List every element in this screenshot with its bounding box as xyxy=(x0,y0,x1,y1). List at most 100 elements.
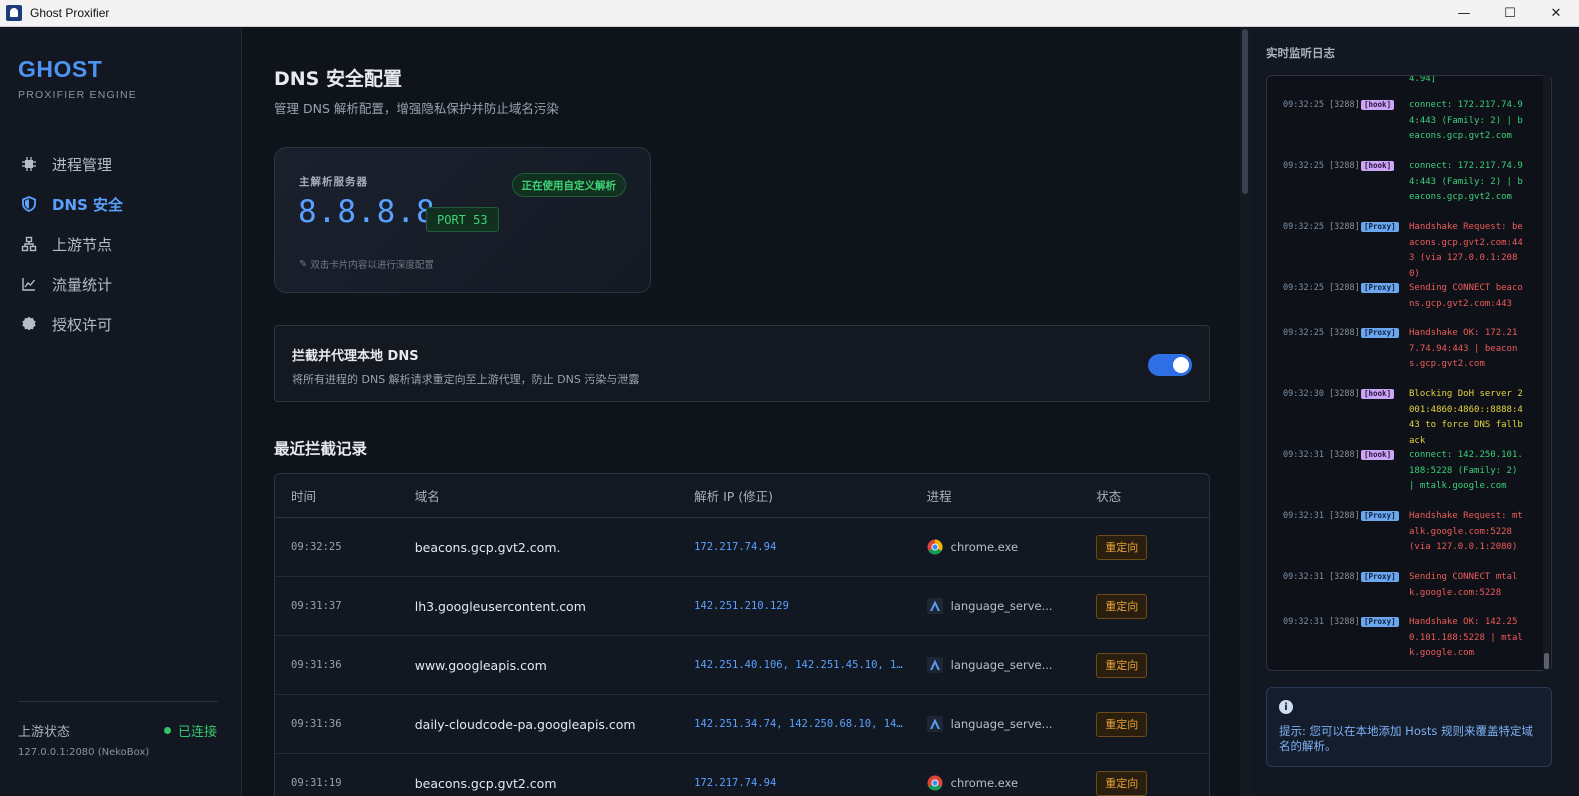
sidebar-nav: 进程管理 DNS 安全 上游节点 流量统计 授权许可 xyxy=(0,144,242,344)
log-timestamp: 09:32:31 xyxy=(1283,511,1324,521)
header-process: 进程 xyxy=(926,489,952,504)
table-row[interactable]: 09:31:36 daily-cloudcode-pa.googleapis.c… xyxy=(275,695,1209,754)
log-message: connect: 172.217.74.94:443 (Family: 2) |… xyxy=(1409,100,1523,141)
log-panel: 实时监听日志 4.94] 09:32:25 [3288] [hook] connect… xyxy=(1250,27,1579,796)
log-level-badge: [Proxy] xyxy=(1361,615,1409,662)
log-timestamp: 09:32:25 xyxy=(1283,161,1324,171)
status-dot-icon xyxy=(163,727,171,734)
row-domain: daily-cloudcode-pa.googleapis.com xyxy=(414,716,636,732)
row-process-name: chrome.exe xyxy=(950,776,1019,790)
maximize-button[interactable]: ☐ xyxy=(1487,0,1533,27)
row-ip: 142.251.34.74, 142.250.68.10, 142.… xyxy=(694,718,916,730)
log-level-badge: [hook] xyxy=(1361,387,1409,449)
language-server-icon xyxy=(926,598,943,614)
sidebar-item-traffic[interactable]: 流量统计 xyxy=(0,264,242,304)
row-time: 09:31:36 xyxy=(291,718,342,730)
row-time: 09:32:25 xyxy=(291,541,342,553)
log-timestamp: 09:32:25 xyxy=(1283,328,1324,338)
sidebar-divider xyxy=(18,701,218,702)
log-message: Blocking DoH server 2001:4860:4860::8888… xyxy=(1409,389,1523,446)
records-section-title: 最近拦截记录 xyxy=(274,440,368,458)
badge-icon xyxy=(20,315,38,333)
cpu-icon xyxy=(20,155,38,173)
brand-subtitle: PROXIFIER ENGINE xyxy=(18,89,137,101)
sidebar-item-process[interactable]: 进程管理 xyxy=(0,144,242,184)
row-process: chrome.exe xyxy=(927,775,1097,791)
log-timestamp: 09:32:25 xyxy=(1283,100,1324,110)
intercept-dns-title: 拦截并代理本地 DNS xyxy=(292,349,419,364)
row-ip: 172.217.74.94 xyxy=(694,541,777,553)
shield-icon xyxy=(20,195,38,213)
log-scrollbar[interactable] xyxy=(1543,75,1550,673)
dns-port-badge: PORT 53 xyxy=(426,207,499,232)
upstream-address: 127.0.0.1:2080 (NekoBox) xyxy=(18,747,150,758)
row-ip: 172.217.74.94 xyxy=(694,777,777,789)
window-title: Ghost Proxifier xyxy=(30,6,110,20)
info-icon: i xyxy=(1279,700,1293,714)
row-process-name: language_serve... xyxy=(950,599,1053,613)
log-level-badge: [hook] xyxy=(1361,159,1409,206)
log-entry: 09:32:25 [3288] [Proxy] Sending CONNECT bea… xyxy=(1283,281,1533,312)
minimize-button[interactable]: — xyxy=(1441,0,1487,27)
log-pid: [3288] xyxy=(1329,161,1360,171)
header-ip: 解析 IP (修正) xyxy=(694,489,774,504)
log-level-text: [Proxy] xyxy=(1361,222,1399,232)
log-level-text: [hook] xyxy=(1361,100,1395,110)
title-bar: Ghost Proxifier — ☐ ✕ xyxy=(0,0,1579,27)
row-process-name: chrome.exe xyxy=(950,540,1019,554)
ghost-app-icon xyxy=(6,5,22,21)
row-process: language_serve... xyxy=(926,598,1097,614)
main-scrollbar[interactable] xyxy=(1240,27,1250,796)
log-scrollbar-thumb[interactable] xyxy=(1544,653,1549,669)
table-row[interactable]: 09:31:19 beacons.gcp.gvt2.com 172.217.74… xyxy=(275,754,1209,796)
table-row[interactable]: 09:31:36 www.googleapis.com 142.251.40.1… xyxy=(275,636,1209,695)
log-pid: [3288] xyxy=(1329,572,1360,582)
log-pid: [3288] xyxy=(1329,450,1360,460)
row-domain: beacons.gcp.gvt2.com. xyxy=(414,539,561,555)
log-entry: 09:32:25 [3288] [hook] connect: 172.217.74.… xyxy=(1283,159,1533,206)
row-process-name: language_serve... xyxy=(950,717,1053,731)
log-message: Handshake OK: 172.217.74.94:443 | beacon… xyxy=(1409,328,1518,369)
log-pid: [3288] xyxy=(1329,100,1360,110)
sidebar-item-license[interactable]: 授权许可 xyxy=(0,304,242,344)
log-message: 4.94] xyxy=(1409,75,1437,84)
log-panel-title: 实时监听日志 xyxy=(1266,46,1335,60)
log-level-badge: [Proxy] xyxy=(1361,220,1409,282)
sidebar-item-label: 进程管理 xyxy=(52,155,113,174)
log-message: Sending CONNECT mtalk.google.com:5228 xyxy=(1409,572,1518,598)
log-level-text: [Proxy] xyxy=(1361,511,1399,521)
main-scrollbar-thumb[interactable] xyxy=(1242,29,1248,194)
log-timestamp: 09:32:25 xyxy=(1283,283,1324,293)
log-level-badge: [Proxy] xyxy=(1361,570,1409,601)
log-message: Handshake Request: mtalk.google.com:5228… xyxy=(1409,511,1523,552)
row-ip: 142.251.40.106, 142.251.45.10, 142… xyxy=(694,659,916,671)
row-process: language_serve... xyxy=(926,716,1097,732)
sidebar-item-upstream[interactable]: 上游节点 xyxy=(0,224,242,264)
network-icon xyxy=(20,235,38,253)
log-message: connect: 172.217.74.94:443 (Family: 2) |… xyxy=(1409,161,1523,202)
status-badge: 重定向 xyxy=(1096,770,1148,796)
row-process: chrome.exe xyxy=(927,539,1097,555)
table-row[interactable]: 09:31:37 lh3.googleusercontent.com 142.2… xyxy=(275,577,1209,636)
chrome-icon xyxy=(927,775,943,791)
log-level-badge: [Proxy] xyxy=(1361,509,1409,556)
status-badge: 重定向 xyxy=(1096,652,1148,678)
table-row[interactable]: 09:32:25 beacons.gcp.gvt2.com. 172.217.7… xyxy=(275,518,1209,577)
language-server-icon xyxy=(926,657,943,673)
intercept-dns-card: 拦截并代理本地 DNS 将所有进程的 DNS 解析请求重定向至上游代理，防止 D… xyxy=(274,325,1210,402)
header-domain: 域名 xyxy=(414,489,440,504)
row-domain: www.googleapis.com xyxy=(414,657,547,673)
main-content: DNS 安全配置 管理 DNS 解析配置，增强隐私保护并防止域名污染 主解析服务… xyxy=(242,27,1240,796)
log-level-badge: [hook] xyxy=(1361,98,1409,145)
log-level-text: [hook] xyxy=(1361,161,1395,171)
status-badge: 重定向 xyxy=(1096,711,1148,737)
log-fragment: 4.94] xyxy=(1283,75,1533,88)
intercept-records-table: 时间 域名 解析 IP (修正) 进程 状态 09:32:25 beacons.… xyxy=(274,473,1210,796)
close-button[interactable]: ✕ xyxy=(1533,0,1579,27)
log-entry: 09:32:31 [3288] [hook] connect: 142.250.101… xyxy=(1283,448,1533,495)
realtime-log[interactable]: 4.94] 09:32:25 [3288] [hook] connect: 172.2… xyxy=(1266,75,1552,671)
upstream-status-label: 上游状态 xyxy=(18,725,71,740)
primary-dns-card[interactable]: 主解析服务器 正在使用自定义解析 8.8.8.8 PORT 53 ✎ 双击卡片内… xyxy=(274,147,651,293)
sidebar-item-dns[interactable]: DNS 安全 xyxy=(0,184,242,224)
intercept-dns-toggle[interactable] xyxy=(1148,354,1192,376)
